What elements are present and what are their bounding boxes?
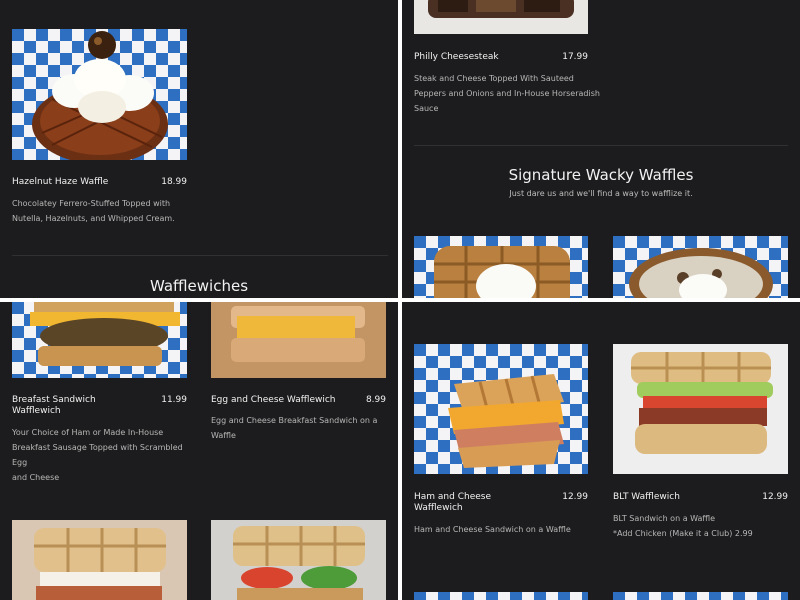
description-line: Nutella, Hazelnuts, and Whipped Cream.: [12, 214, 175, 223]
description-line: Steak and Cheese Topped With Sauteed: [414, 74, 574, 83]
waffle-illustration: [32, 31, 168, 160]
blt-wafflewich-photo[interactable]: [613, 344, 788, 474]
menu-pane-top-right: Philly Cheesesteak 17.99 Steak and Chees…: [402, 0, 800, 298]
philly-cheesesteak-photo[interactable]: [414, 0, 588, 34]
menu-item-name: Hazelnut Haze Waffle: [12, 177, 109, 187]
menu-item-price: 8.99: [365, 395, 386, 405]
menu-item-name-line: Egg and Cheese Wafflewich: [211, 395, 336, 405]
wafflewich-photo-3[interactable]: [12, 520, 187, 600]
menu-item-name-line: BLT Wafflewich: [613, 492, 680, 502]
hazelnut-haze-waffle-photo[interactable]: [12, 29, 187, 160]
section-subtitle: Just dare us and we'll find a way to waf…: [509, 189, 693, 198]
menu-item-description: Your Choice of Ham or Made In-House Brea…: [12, 425, 197, 485]
menu-item-price: 18.99: [161, 177, 187, 187]
menu-item-description: Egg and Cheese Breakfast Sandwich on a W…: [211, 413, 391, 443]
menu-item-name: BLT Wafflewich: [613, 492, 753, 503]
menu-item-name-line: Ham and Cheese: [414, 492, 491, 502]
description-line: Chocolatey Ferrero-Stuffed Topped with: [12, 199, 171, 208]
menu-pane-bottom-right: Ham and Cheese Wafflewich 12.99 Ham and …: [402, 302, 800, 600]
menu-item-description: Chocolatey Ferrero-Stuffed Topped with N…: [12, 196, 192, 226]
menu-item-description: Ham and Cheese Sandwich on a Waffle: [414, 522, 599, 537]
waffle-illustration: [434, 246, 570, 298]
sandwich-illustration: [428, 0, 574, 18]
sandwich-illustration: [631, 352, 773, 454]
section-divider: [414, 145, 788, 146]
menu-item-description: Steak and Cheese Topped With Sauteed Pep…: [414, 71, 604, 116]
description-line: *Add Chicken (Make it a Club) 2.99: [613, 529, 753, 538]
menu-item-description: BLT Sandwich on a Waffle *Add Chicken (M…: [613, 511, 798, 541]
sandwich-illustration: [448, 374, 564, 468]
sandwich-illustration: [30, 302, 180, 366]
menu-item-price: 12.99: [562, 492, 588, 502]
menu-item-price: 11.99: [161, 395, 187, 405]
menu-item-price: 12.99: [762, 492, 788, 502]
wafflewich-photo-4[interactable]: [211, 520, 386, 600]
ham-and-cheese-photo[interactable]: [414, 344, 588, 474]
section-title-signature-wacky-waffles: Signature Wacky Waffles: [508, 166, 694, 184]
menu-item-name: Breafast Sandwich Wafflewich: [12, 395, 132, 417]
section-divider: [12, 255, 388, 256]
wacky-waffle-photo-1[interactable]: [414, 236, 588, 298]
menu-item-price: 17.99: [562, 52, 588, 62]
menu-pane-top-left: Hazelnut Haze Waffle 18.99 Chocolatey Fe…: [0, 0, 398, 298]
next-item-photo-2[interactable]: [613, 592, 788, 600]
description-line: Ham and Cheese Sandwich on a Waffle: [414, 525, 571, 534]
menu-item-name-line: Wafflewich: [12, 406, 61, 416]
sandwich-illustration: [211, 302, 386, 378]
description-line: BLT Sandwich on a Waffle: [613, 514, 716, 523]
menu-item-name-line: Breafast Sandwich: [12, 395, 96, 405]
menu-pane-bottom-left: Breafast Sandwich Wafflewich 11.99 Your …: [0, 302, 398, 600]
menu-item-name: Ham and Cheese Wafflewich: [414, 492, 534, 514]
menu-item-name: Egg and Cheese Wafflewich: [211, 395, 351, 406]
egg-and-cheese-photo[interactable]: [211, 302, 386, 378]
waffle-illustration: [629, 248, 773, 298]
wacky-waffle-photo-2[interactable]: [613, 236, 788, 298]
waffle-illustration: [34, 528, 166, 600]
description-line: and Cheese: [12, 473, 60, 482]
menu-item-name: Philly Cheesesteak: [414, 52, 499, 62]
description-line: Waffle: [211, 431, 236, 440]
description-line: Breakfast Sausage Topped with Scrambled …: [12, 443, 183, 467]
section-title-wafflewiches: Wafflewiches: [149, 277, 249, 295]
waffle-illustration: [233, 526, 365, 600]
description-line: Peppers and Onions and In-House Horserad…: [414, 89, 600, 98]
breakfast-sandwich-photo[interactable]: [12, 302, 187, 378]
description-line: Your Choice of Ham or Made In-House: [12, 428, 164, 437]
description-line: Egg and Cheese Breakfast Sandwich on a: [211, 416, 378, 425]
next-item-photo-1[interactable]: [414, 592, 588, 600]
menu-item-name-line: Wafflewich: [414, 503, 463, 513]
description-line: Sauce: [414, 104, 439, 113]
